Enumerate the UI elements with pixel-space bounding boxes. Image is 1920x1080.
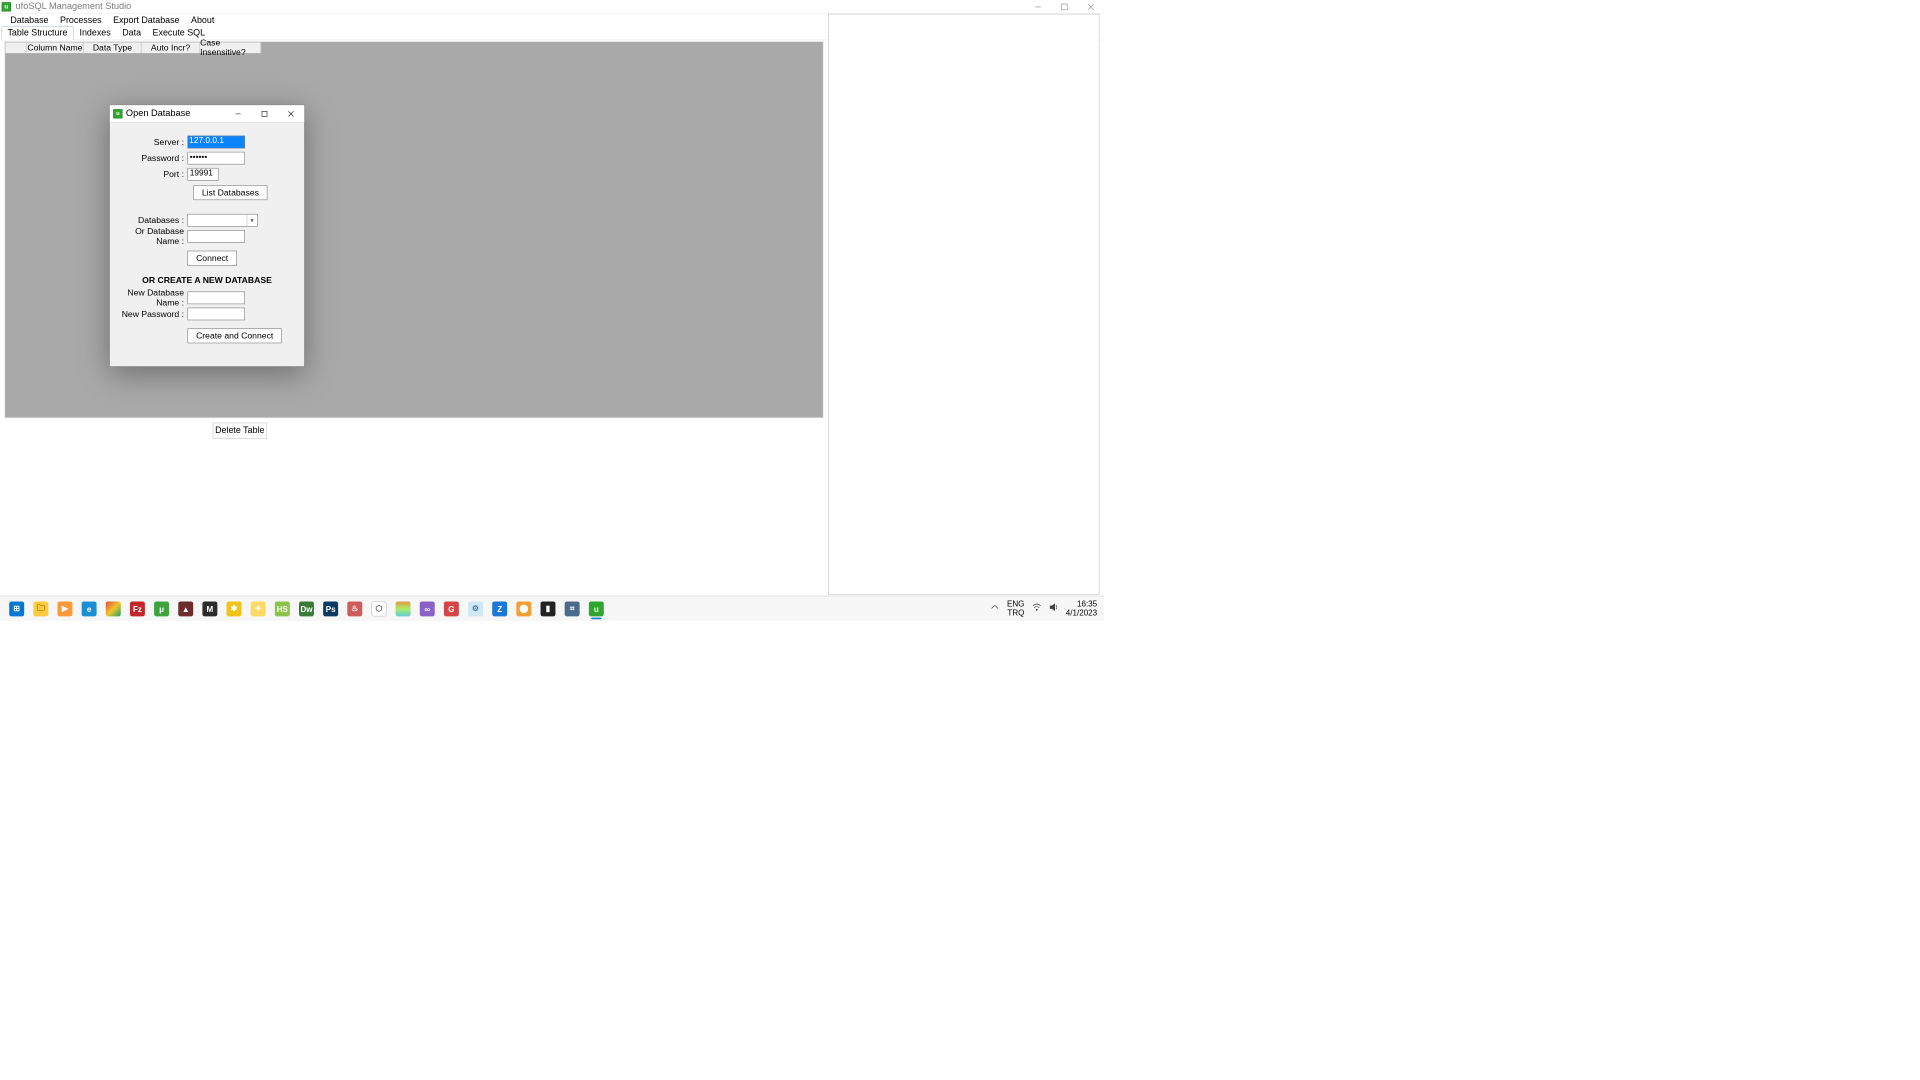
open-database-dialog: u Open Database Server : 127.0.0.1 Pa xyxy=(109,105,305,367)
databases-label: Databases : xyxy=(110,215,188,225)
app-title: ufoSQL Management Studio xyxy=(16,1,132,11)
taskbar-app-15-icon[interactable]: ♨ xyxy=(344,598,366,620)
port-label: Port : xyxy=(110,169,188,179)
table-header-case-insensitive[interactable]: Case Insensitive? xyxy=(200,43,261,53)
table-header-data-type[interactable]: Data Type xyxy=(84,43,142,53)
menu-export-database[interactable]: Export Database xyxy=(107,14,185,27)
server-label: Server : xyxy=(110,137,188,147)
taskbar-app-8-icon[interactable]: ▲ xyxy=(175,598,197,620)
taskbar-edge-icon[interactable]: e xyxy=(78,598,100,620)
chevron-down-icon: ▾ xyxy=(247,214,257,226)
taskbar-utorrent-icon[interactable]: μ xyxy=(151,598,173,620)
dialog-title: Open Database xyxy=(126,108,190,118)
window-close-button[interactable] xyxy=(1078,0,1104,14)
create-and-connect-button[interactable]: Create and Connect xyxy=(187,328,281,343)
menu-database[interactable]: Database xyxy=(5,14,55,27)
taskbar-ufosql-icon[interactable]: u xyxy=(585,598,607,620)
menu-about[interactable]: About xyxy=(185,14,220,27)
systray-wifi-icon[interactable] xyxy=(1031,602,1041,615)
systray-lang2: TRQ xyxy=(1007,608,1024,617)
taskbar-app-9-icon[interactable]: M xyxy=(199,598,221,620)
systray-language[interactable]: ENG TRQ xyxy=(1007,600,1024,617)
dialog-maximize-button[interactable] xyxy=(251,105,277,122)
port-input[interactable]: 19991 xyxy=(187,168,218,181)
new-database-name-label: New Database Name : xyxy=(110,288,188,308)
window-maximize-button[interactable] xyxy=(1051,0,1077,14)
delete-table-button[interactable]: Delete Table xyxy=(213,423,267,439)
window-minimize-button[interactable] xyxy=(1025,0,1051,14)
taskbar-visual-studio-icon[interactable]: ∞ xyxy=(416,598,438,620)
taskbar-app-19-icon[interactable]: G xyxy=(440,598,462,620)
dialog-app-icon: u xyxy=(113,109,122,118)
app-icon: u xyxy=(2,2,11,11)
dialog-minimize-button[interactable] xyxy=(225,105,251,122)
password-input[interactable]: •••••• xyxy=(187,152,245,165)
tab-indexes[interactable]: Indexes xyxy=(74,27,117,40)
systray-date: 4/1/2023 xyxy=(1066,608,1097,617)
connect-button[interactable]: Connect xyxy=(187,251,236,266)
or-database-name-input[interactable] xyxy=(187,230,245,243)
new-password-label: New Password : xyxy=(110,309,188,319)
list-databases-button[interactable]: List Databases xyxy=(193,185,267,200)
taskbar-explorer-icon[interactable]: 🗀 xyxy=(30,598,52,620)
taskbar-filezilla-icon[interactable]: Fz xyxy=(127,598,149,620)
taskbar-app-22-icon[interactable]: ⬤ xyxy=(513,598,535,620)
taskbar-dreamweaver-icon[interactable]: Dw xyxy=(296,598,318,620)
taskbar-terminal-icon[interactable]: ▮ xyxy=(537,598,559,620)
dialog-close-button[interactable] xyxy=(278,105,304,122)
table-header-row: Column Name Data Type Auto Incr? Case In… xyxy=(5,42,261,54)
tab-data[interactable]: Data xyxy=(116,27,146,40)
dialog-titlebar[interactable]: u Open Database xyxy=(110,105,304,122)
table-header-rowselector[interactable] xyxy=(6,43,27,53)
taskbar-app-16-icon[interactable]: ⬡ xyxy=(368,598,390,620)
app-titlebar: u ufoSQL Management Studio xyxy=(0,0,1104,14)
taskbar-photoshop-icon[interactable]: Ps xyxy=(320,598,342,620)
create-database-heading: OR CREATE A NEW DATABASE xyxy=(110,275,304,285)
table-header-auto-incr[interactable]: Auto Incr? xyxy=(141,43,200,53)
taskbar-chrome-icon[interactable] xyxy=(102,598,124,620)
taskbar-app-11-icon[interactable]: ✦ xyxy=(247,598,269,620)
systray-chevron-up-icon[interactable] xyxy=(990,602,1000,615)
new-database-name-input[interactable] xyxy=(187,292,245,305)
taskbar-media-player-icon[interactable]: ▶ xyxy=(54,598,76,620)
menu-processes[interactable]: Processes xyxy=(54,14,107,27)
taskbar-start-icon[interactable]: ⊞ xyxy=(6,598,28,620)
taskbar-app-17-icon[interactable] xyxy=(392,598,414,620)
table-header-column-name[interactable]: Column Name xyxy=(26,43,84,53)
or-database-name-label: Or Database Name : xyxy=(110,227,188,247)
taskbar-app-10-icon[interactable]: ✱ xyxy=(223,598,245,620)
right-panel xyxy=(828,14,1099,595)
taskbar-calculator-icon[interactable]: ⌗ xyxy=(561,598,583,620)
server-input[interactable]: 127.0.0.1 xyxy=(187,136,245,149)
new-password-input[interactable] xyxy=(187,308,245,321)
systray-volume-icon[interactable] xyxy=(1049,602,1059,615)
databases-combo[interactable]: ▾ xyxy=(187,214,257,227)
taskbar-heidisql-icon[interactable]: HS xyxy=(271,598,293,620)
tab-table-structure[interactable]: Table Structure xyxy=(1,26,74,40)
systray-clock[interactable]: 16:35 4/1/2023 xyxy=(1066,600,1097,617)
taskbar: ⊞ 🗀 ▶ e Fz μ ▲ M ✱ ✦ HS Dw Ps ♨ ⬡ ∞ G ⚙ … xyxy=(0,596,1104,621)
taskbar-app-20-icon[interactable]: ⚙ xyxy=(465,598,487,620)
password-label: Password : xyxy=(110,153,188,163)
taskbar-app-21-icon[interactable]: Z xyxy=(489,598,511,620)
